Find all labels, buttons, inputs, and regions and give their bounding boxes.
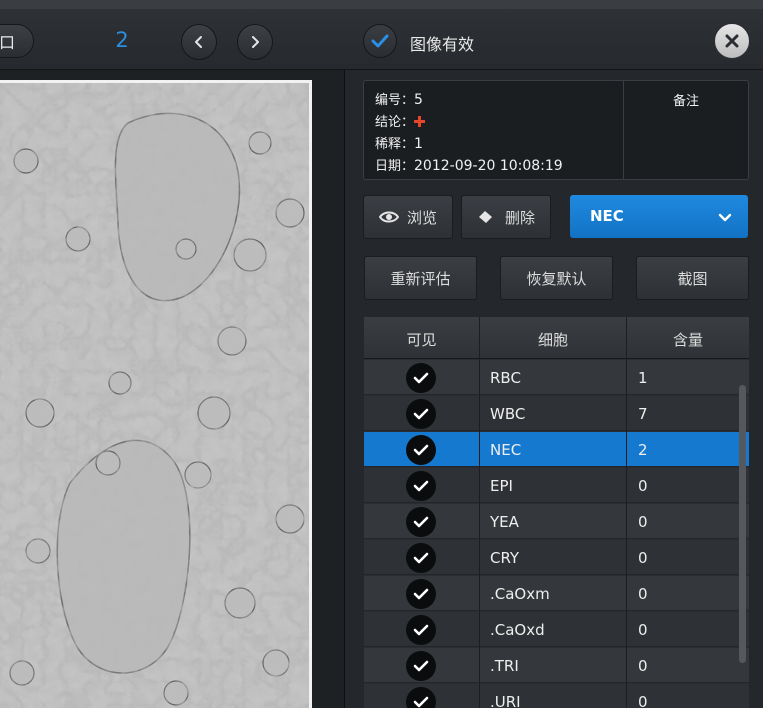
id-value: 5	[414, 92, 423, 108]
restore-default-label: 恢复默认	[526, 269, 587, 288]
info-dilution: 稀释：1	[375, 133, 423, 152]
cell-name: CRY	[490, 549, 520, 567]
column-divider	[626, 317, 627, 708]
window-button-label: 口	[0, 33, 15, 52]
table-header: 可见 细胞 含量	[364, 317, 749, 359]
table-row[interactable]: EPI 0	[364, 468, 749, 503]
screenshot-button[interactable]: 截图	[636, 256, 749, 300]
visible-check-icon[interactable]	[406, 687, 436, 708]
reevaluate-button[interactable]: 重新评估	[364, 256, 477, 300]
date-value: 2012-09-20 10:08:19	[414, 158, 563, 174]
cell-name: NEC	[490, 441, 522, 459]
close-button[interactable]	[713, 22, 751, 60]
cell-amount: 7	[638, 405, 648, 423]
delete-button[interactable]: 删除	[461, 195, 551, 239]
next-button[interactable]	[237, 24, 273, 60]
header-amount: 含量	[672, 331, 703, 349]
restore-default-button[interactable]: 恢复默认	[500, 256, 613, 300]
prev-button[interactable]	[181, 24, 217, 60]
table-row[interactable]: .URI 0	[364, 684, 749, 708]
cell-amount: 1	[638, 369, 648, 387]
app-root: 口 2 图像有效 编号：5 结论： 稀释：1 日期：2012-09-20 10:…	[0, 0, 763, 708]
microscope-image-canvas	[0, 83, 309, 708]
cell-table: 可见 细胞 含量 RBC 1 WBC 7 NEC 2 EPI 0 YEA 0 CRY 0 .CaOxm 0…	[364, 317, 749, 708]
visible-check-icon[interactable]	[406, 615, 436, 645]
visible-check-icon[interactable]	[406, 543, 436, 573]
chevron-left-icon	[195, 36, 202, 48]
table-row[interactable]: YEA 0	[364, 504, 749, 539]
window-button[interactable]: 口	[0, 24, 34, 58]
cell-name: .TRI	[490, 657, 519, 675]
cell-name: EPI	[490, 477, 513, 495]
visible-check-icon[interactable]	[406, 363, 436, 393]
positive-plus-icon	[414, 116, 426, 127]
cell-amount: 0	[638, 621, 648, 639]
table-row[interactable]: RBC 1	[364, 360, 749, 395]
cell-type-select[interactable]: NEC	[570, 195, 748, 238]
table-scrollbar[interactable]	[739, 385, 746, 663]
top-toolbar: 口 2 图像有效	[0, 0, 763, 70]
visible-check-icon[interactable]	[406, 435, 436, 465]
microscope-image[interactable]	[0, 80, 312, 708]
notes-label: 备注	[672, 94, 699, 109]
cell-amount: 0	[638, 585, 648, 603]
table-row[interactable]: .TRI 0	[364, 648, 749, 683]
column-divider	[479, 317, 480, 708]
cell-amount: 0	[638, 657, 648, 675]
check-icon	[371, 34, 389, 48]
visible-check-icon[interactable]	[406, 507, 436, 537]
cell-name: .URI	[490, 693, 521, 708]
cell-amount: 0	[638, 549, 648, 567]
visible-check-icon[interactable]	[406, 471, 436, 501]
info-date: 日期：2012-09-20 10:08:19	[375, 155, 563, 174]
conclusion-label: 结论：	[375, 115, 415, 130]
info-id: 编号：5	[375, 89, 423, 108]
table-row[interactable]: .CaOxm 0	[364, 576, 749, 611]
dilution-value: 1	[414, 136, 423, 152]
visible-check-icon[interactable]	[406, 579, 436, 609]
screenshot-label: 截图	[677, 269, 708, 288]
cell-name: YEA	[490, 513, 519, 531]
dilution-label: 稀释：	[375, 137, 415, 152]
cell-amount: 0	[638, 513, 648, 531]
table-row[interactable]: NEC 2	[364, 432, 749, 467]
date-label: 日期：	[375, 159, 415, 174]
close-icon	[725, 34, 739, 48]
table-row[interactable]: WBC 7	[364, 396, 749, 431]
chevron-right-icon	[252, 36, 259, 48]
reevaluate-label: 重新评估	[390, 269, 451, 288]
cell-name: RBC	[490, 369, 521, 387]
header-cell: 细胞	[537, 331, 568, 349]
chevron-down-icon	[718, 213, 732, 222]
image-valid-label: 图像有效	[410, 35, 475, 54]
cell-type-select-value: NEC	[590, 207, 624, 225]
cell-amount: 0	[638, 477, 648, 495]
eye-icon	[378, 211, 399, 223]
table-row[interactable]: .CaOxd 0	[364, 612, 749, 647]
browse-label: 浏览	[406, 208, 437, 227]
info-conclusion: 结论：	[375, 111, 426, 130]
table-row[interactable]: CRY 0	[364, 540, 749, 575]
id-label: 编号：	[375, 93, 415, 108]
eraser-icon	[478, 211, 492, 223]
header-visible: 可见	[406, 331, 437, 349]
delete-label: 删除	[504, 208, 535, 227]
cell-name: .CaOxm	[490, 585, 550, 603]
visible-check-icon[interactable]	[406, 651, 436, 681]
browse-button[interactable]: 浏览	[363, 195, 453, 239]
cell-name: WBC	[490, 405, 526, 423]
visible-check-icon[interactable]	[406, 399, 436, 429]
image-valid-toggle[interactable]	[363, 24, 397, 58]
cell-amount: 0	[638, 693, 648, 708]
cell-name: .CaOxd	[490, 621, 545, 639]
cell-amount: 2	[638, 441, 648, 459]
page-number: 2	[115, 28, 129, 52]
